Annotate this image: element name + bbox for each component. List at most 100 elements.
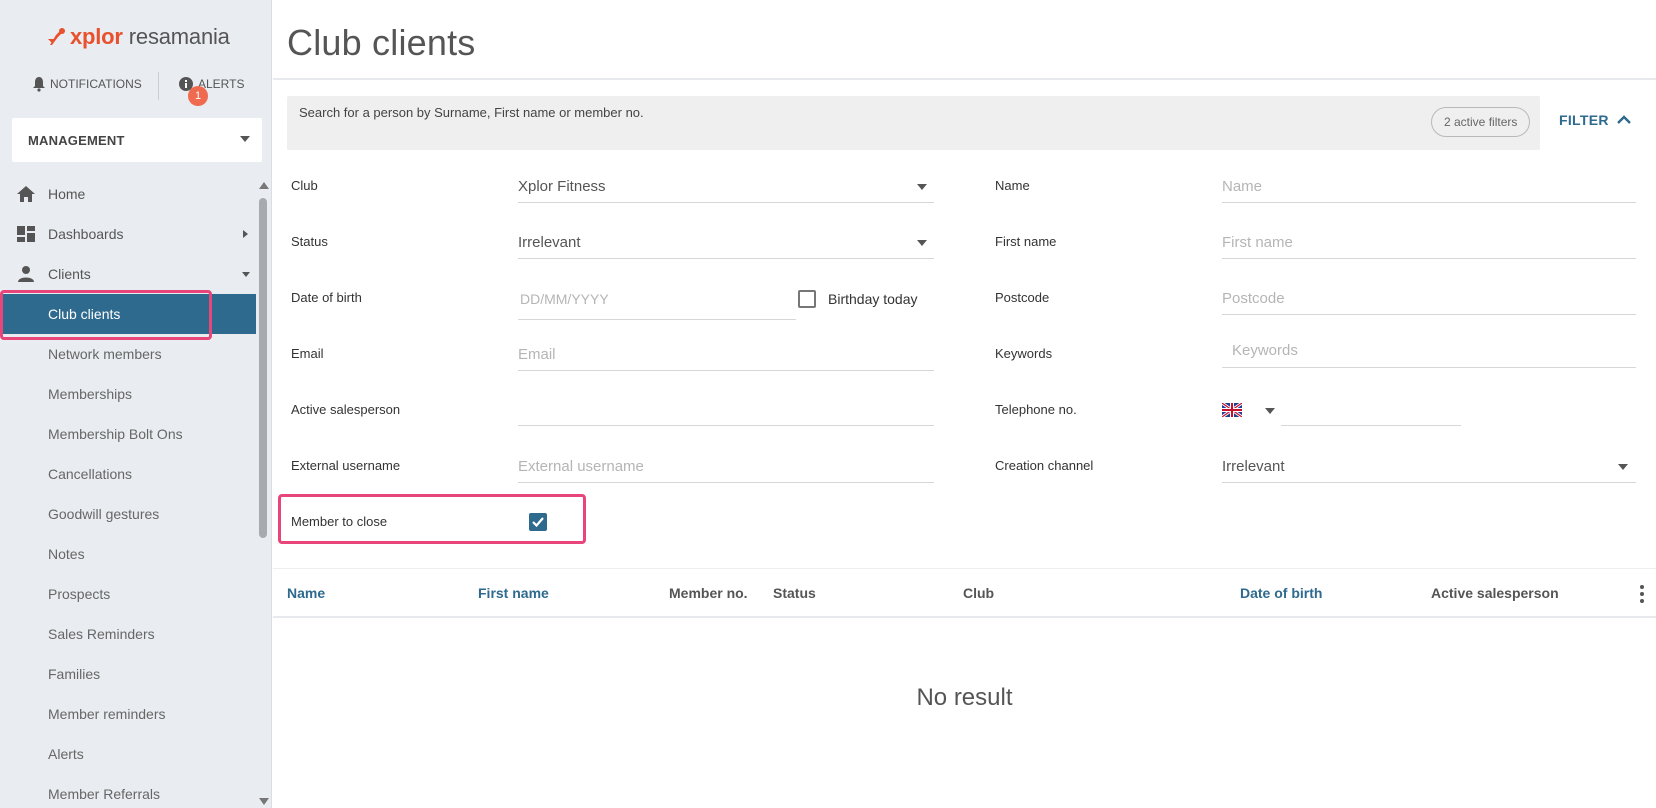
dashboard-icon xyxy=(17,226,35,242)
more-options-icon[interactable] xyxy=(1640,585,1644,603)
brand-name-primary: xplor xyxy=(70,24,123,49)
notifications-label: NOTIFICATIONS xyxy=(50,77,142,91)
column-header-member-no: Member no. xyxy=(669,585,748,601)
empty-state-message: No result xyxy=(916,684,1013,711)
sidebar-item-alerts[interactable]: Alerts xyxy=(0,734,256,774)
sidebar-item-label: Families xyxy=(48,666,101,682)
status-label: Status xyxy=(291,234,328,249)
chevron-right-icon xyxy=(243,230,248,238)
chevron-down-icon xyxy=(242,272,250,277)
menu-selector-label: MANAGEMENT xyxy=(28,132,125,148)
sidebar-item-label: Cancellations xyxy=(48,466,133,482)
scroll-down-icon[interactable] xyxy=(259,798,269,805)
home-icon xyxy=(17,186,35,202)
search-input[interactable]: Search for a person by Surname, First na… xyxy=(287,96,1540,150)
top-shortcuts: NOTIFICATIONS ALERTS xyxy=(0,70,272,104)
name-label: Name xyxy=(995,178,1030,193)
sidebar-scrollbar[interactable] xyxy=(256,176,270,808)
sidebar: xplor resamania NOTIFICATIONS ALERTS 1 MA… xyxy=(0,0,272,808)
column-header-first-name[interactable]: First name xyxy=(478,585,549,601)
column-header-name[interactable]: Name xyxy=(287,585,325,601)
club-label: Club xyxy=(291,178,318,193)
notifications-button[interactable]: NOTIFICATIONS xyxy=(32,76,142,92)
alerts-count-badge: 1 xyxy=(188,86,208,106)
sidebar-item-label: Member reminders xyxy=(48,706,166,722)
main-content: Club clients Search for a person by Surn… xyxy=(273,0,1656,808)
divider xyxy=(273,78,1656,80)
chevron-up-icon xyxy=(1616,115,1631,124)
page-title: Club clients xyxy=(287,22,476,63)
scroll-up-icon[interactable] xyxy=(259,182,269,189)
uk-flag-icon xyxy=(1222,403,1242,417)
field-underline xyxy=(1222,258,1636,259)
scroll-thumb[interactable] xyxy=(259,198,267,538)
status-value: Irrelevant xyxy=(518,234,581,251)
sidebar-item-memberships[interactable]: Memberships xyxy=(0,374,256,414)
sidebar-item-label: Alerts xyxy=(48,746,84,762)
creation-channel-value: Irrelevant xyxy=(1222,458,1285,475)
divider xyxy=(158,72,159,100)
external-username-placeholder: External username xyxy=(518,458,644,475)
first-name-label: First name xyxy=(995,234,1057,249)
sidebar-item-home[interactable]: Home xyxy=(0,174,256,214)
sidebar-item-label: Memberships xyxy=(48,386,133,402)
sidebar-item-clients[interactable]: Clients xyxy=(0,254,256,294)
highlight-member-to-close xyxy=(278,494,586,544)
dob-label: Date of birth xyxy=(291,290,362,305)
column-header-date-of-birth[interactable]: Date of birth xyxy=(1240,585,1322,601)
sidebar-item-prospects[interactable]: Prospects xyxy=(0,574,256,614)
sidebar-item-dashboards[interactable]: Dashboards xyxy=(0,214,256,254)
external-username-label: External username xyxy=(291,458,401,473)
filter-toggle-button[interactable]: FILTER xyxy=(1559,112,1631,128)
dob-placeholder: DD/MM/YYYY xyxy=(520,291,609,307)
sidebar-item-goodwill-gestures[interactable]: Goodwill gestures xyxy=(0,494,256,534)
sidebar-item-member-reminders[interactable]: Member reminders xyxy=(0,694,256,734)
bell-icon xyxy=(33,77,45,92)
active-filters-chip[interactable]: 2 active filters xyxy=(1431,107,1531,137)
person-icon xyxy=(18,266,34,282)
sidebar-item-label: Home xyxy=(48,186,86,202)
chevron-down-icon xyxy=(917,184,927,190)
app-window: xplor resamania NOTIFICATIONS ALERTS 1 MA… xyxy=(0,0,1656,808)
field-underline xyxy=(518,202,934,203)
chevron-down-icon xyxy=(1265,408,1275,414)
search-placeholder: Search for a person by Surname, First na… xyxy=(299,105,644,120)
column-header-club: Club xyxy=(963,585,995,601)
sidebar-item-membership-bolt-ons[interactable]: Membership Bolt Ons xyxy=(0,414,256,454)
telephone-label: Telephone no. xyxy=(995,402,1077,417)
sidebar-item-cancellations[interactable]: Cancellations xyxy=(0,454,256,494)
field-underline xyxy=(518,482,934,483)
sidebar-item-label: Clients xyxy=(48,266,91,282)
sidebar-nav: Home Dashboards Clients Club clients Net… xyxy=(0,174,256,808)
first-name-placeholder: First name xyxy=(1222,234,1293,251)
sidebar-item-network-members[interactable]: Network members xyxy=(0,334,256,374)
field-underline xyxy=(1222,367,1636,368)
email-placeholder: Email xyxy=(518,346,556,363)
sidebar-item-label: Notes xyxy=(48,546,85,562)
column-header-active-salesperson: Active salesperson xyxy=(1431,585,1559,601)
field-underline xyxy=(518,258,934,259)
email-label: Email xyxy=(291,346,324,361)
birthday-today-label: Birthday today xyxy=(828,291,918,307)
sidebar-item-member-referrals[interactable]: Member Referrals xyxy=(0,774,256,808)
chevron-down-icon xyxy=(917,240,927,246)
field-underline xyxy=(518,425,934,426)
postcode-label: Postcode xyxy=(995,290,1050,305)
sidebar-item-families[interactable]: Families xyxy=(0,654,256,694)
sidebar-item-label: Network members xyxy=(48,346,162,362)
birthday-today-checkbox[interactable] xyxy=(798,290,816,308)
sidebar-item-label: Member Referrals xyxy=(48,786,161,802)
chevron-down-icon xyxy=(240,136,250,142)
field-underline xyxy=(518,319,796,320)
field-underline xyxy=(1222,202,1636,203)
brand-logo[interactable]: xplor resamania xyxy=(46,22,230,52)
sidebar-item-sales-reminders[interactable]: Sales Reminders xyxy=(0,614,256,654)
creation-channel-label: Creation channel xyxy=(995,458,1094,473)
sidebar-item-notes[interactable]: Notes xyxy=(0,534,256,574)
menu-selector[interactable]: MANAGEMENT xyxy=(12,118,262,162)
keywords-placeholder: Keywords xyxy=(1232,342,1298,359)
brand-name-secondary: resamania xyxy=(128,24,230,49)
name-placeholder: Name xyxy=(1222,178,1263,195)
alerts-button[interactable]: ALERTS xyxy=(178,76,244,92)
filter-button-label: FILTER xyxy=(1559,112,1609,128)
